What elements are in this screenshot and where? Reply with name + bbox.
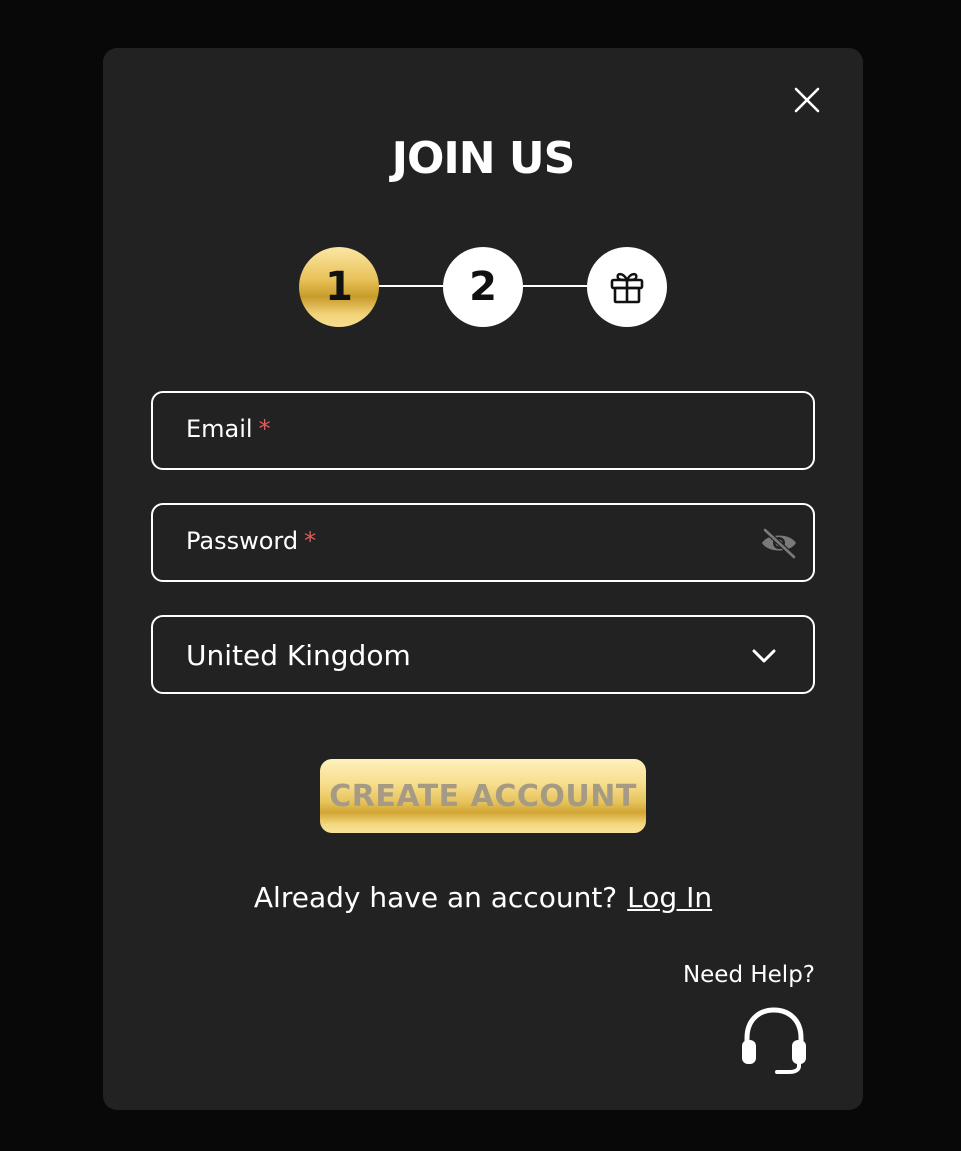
country-select[interactable]: United Kingdom	[151, 615, 815, 694]
eye-off-icon[interactable]	[759, 525, 799, 561]
step-2-label: 2	[469, 264, 497, 310]
password-field[interactable]: Password *	[151, 503, 815, 582]
modal-title: JOIN US	[391, 133, 576, 184]
signup-modal: JOIN US 1 2 Email * Password * United Ki…	[103, 48, 863, 1110]
close-button[interactable]	[789, 82, 825, 118]
password-input[interactable]	[153, 505, 813, 580]
headset-icon[interactable]	[739, 1004, 809, 1078]
email-field[interactable]: Email *	[151, 391, 815, 470]
step-2-indicator: 2	[443, 247, 523, 327]
signup-stepper: 1 2	[299, 247, 667, 327]
login-link[interactable]: Log In	[627, 881, 712, 914]
login-prompt-row: Already have an account? Log In	[103, 878, 863, 918]
login-prompt-text: Already have an account?	[253, 881, 618, 914]
create-account-label: CREATE ACCOUNT	[329, 778, 637, 814]
step-connector	[523, 285, 587, 287]
create-account-button[interactable]: CREATE ACCOUNT	[320, 759, 646, 833]
close-icon[interactable]	[789, 82, 825, 118]
step-connector	[379, 285, 443, 287]
step-1-label: 1	[325, 264, 353, 310]
country-selected-value: United Kingdom	[186, 639, 411, 672]
email-input[interactable]	[153, 393, 813, 468]
need-help-text: Need Help?	[682, 962, 815, 988]
chevron-down-icon[interactable]	[749, 641, 779, 671]
step-3-indicator	[587, 247, 667, 327]
gift-icon	[610, 272, 644, 304]
help-button[interactable]	[739, 1004, 809, 1078]
step-1-indicator: 1	[299, 247, 379, 327]
